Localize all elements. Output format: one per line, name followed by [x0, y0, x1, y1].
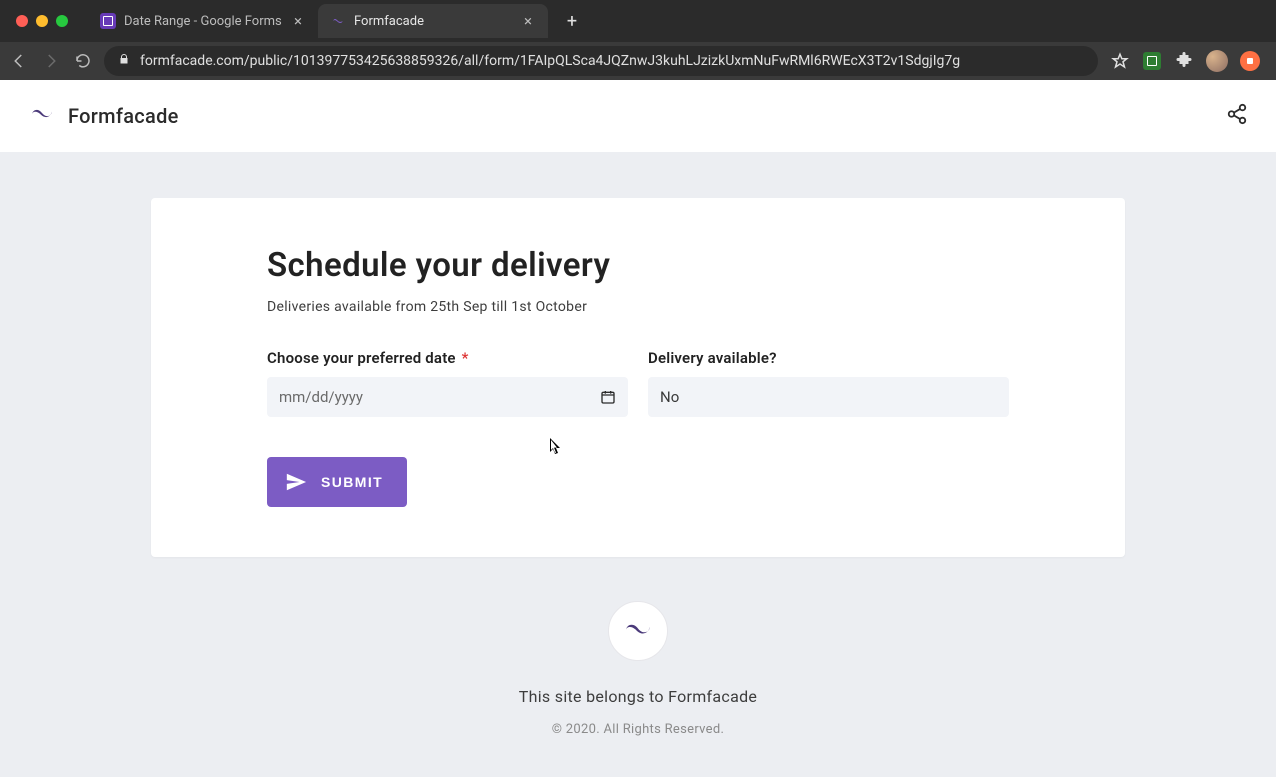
formfacade-logo-icon — [621, 620, 655, 642]
window-controls — [10, 15, 78, 27]
browser-tab[interactable]: Date Range - Google Forms × — [88, 4, 318, 38]
footer-copyright: © 2020. All Rights Reserved. — [552, 722, 724, 737]
formfacade-favicon-icon — [330, 13, 346, 29]
tab-title: Formfacade — [354, 14, 512, 29]
browser-tab-active[interactable]: Formfacade × — [318, 4, 548, 38]
date-input[interactable] — [279, 388, 600, 406]
page-footer: This site belongs to Formfacade © 2020. … — [519, 601, 757, 737]
tab-bar: Date Range - Google Forms × Formfacade ×… — [0, 0, 1276, 42]
brand-name: Formfacade — [68, 104, 179, 128]
form-card: Schedule your delivery Deliveries availa… — [151, 198, 1125, 557]
minimize-window-icon[interactable] — [36, 15, 48, 27]
footer-belongs-text: This site belongs to Formfacade — [519, 687, 757, 706]
submit-button[interactable]: SUBMIT — [267, 457, 407, 507]
send-icon — [285, 471, 307, 493]
google-forms-favicon-icon — [100, 13, 116, 29]
url-bar[interactable]: formfacade.com/public/101397753425638859… — [104, 46, 1098, 76]
extension-icon[interactable] — [1142, 51, 1162, 71]
close-window-icon[interactable] — [16, 15, 28, 27]
extensions-menu-icon[interactable] — [1174, 51, 1194, 71]
close-tab-icon[interactable]: × — [290, 13, 306, 29]
availability-value-wrap: No — [648, 377, 1009, 417]
date-input-wrap[interactable] — [267, 377, 628, 417]
tab-title: Date Range - Google Forms — [124, 14, 282, 29]
field-preferred-date: Choose your preferred date * — [267, 349, 628, 417]
form-fields: Choose your preferred date * — [267, 349, 1009, 417]
new-tab-button[interactable]: + — [558, 7, 586, 35]
form-subtitle: Deliveries available from 25th Sep till … — [267, 299, 1009, 315]
profile-avatar-icon[interactable] — [1206, 50, 1228, 72]
label-text: Choose your preferred date — [267, 349, 456, 367]
reload-icon[interactable] — [74, 52, 92, 70]
lock-icon — [118, 52, 130, 70]
brand[interactable]: Formfacade — [28, 104, 179, 128]
submit-label: SUBMIT — [321, 474, 383, 490]
notification-icon[interactable] — [1240, 51, 1260, 71]
forward-icon — [42, 52, 60, 70]
field-label: Choose your preferred date * — [267, 349, 628, 367]
bookmark-star-icon[interactable] — [1110, 51, 1130, 71]
formfacade-logo-icon — [28, 106, 56, 126]
form-title: Schedule your delivery — [267, 246, 1009, 285]
url-text: formfacade.com/public/101397753425638859… — [140, 53, 1084, 69]
site-header: Formfacade — [0, 80, 1276, 152]
share-icon[interactable] — [1226, 103, 1248, 129]
browser-chrome: Date Range - Google Forms × Formfacade ×… — [0, 0, 1276, 80]
required-asterisk: * — [462, 349, 469, 367]
field-delivery-available: Delivery available? No — [648, 349, 1009, 417]
field-label: Delivery available? — [648, 349, 1009, 367]
back-icon[interactable] — [10, 52, 28, 70]
calendar-icon[interactable] — [600, 389, 616, 405]
close-tab-icon[interactable]: × — [520, 13, 536, 29]
availability-value: No — [660, 388, 679, 406]
address-bar: formfacade.com/public/101397753425638859… — [0, 42, 1276, 80]
footer-logo-badge — [608, 601, 668, 661]
form-stage: Schedule your delivery Deliveries availa… — [0, 152, 1276, 767]
maximize-window-icon[interactable] — [56, 15, 68, 27]
page-viewport: Formfacade Schedule your delivery Delive… — [0, 80, 1276, 777]
